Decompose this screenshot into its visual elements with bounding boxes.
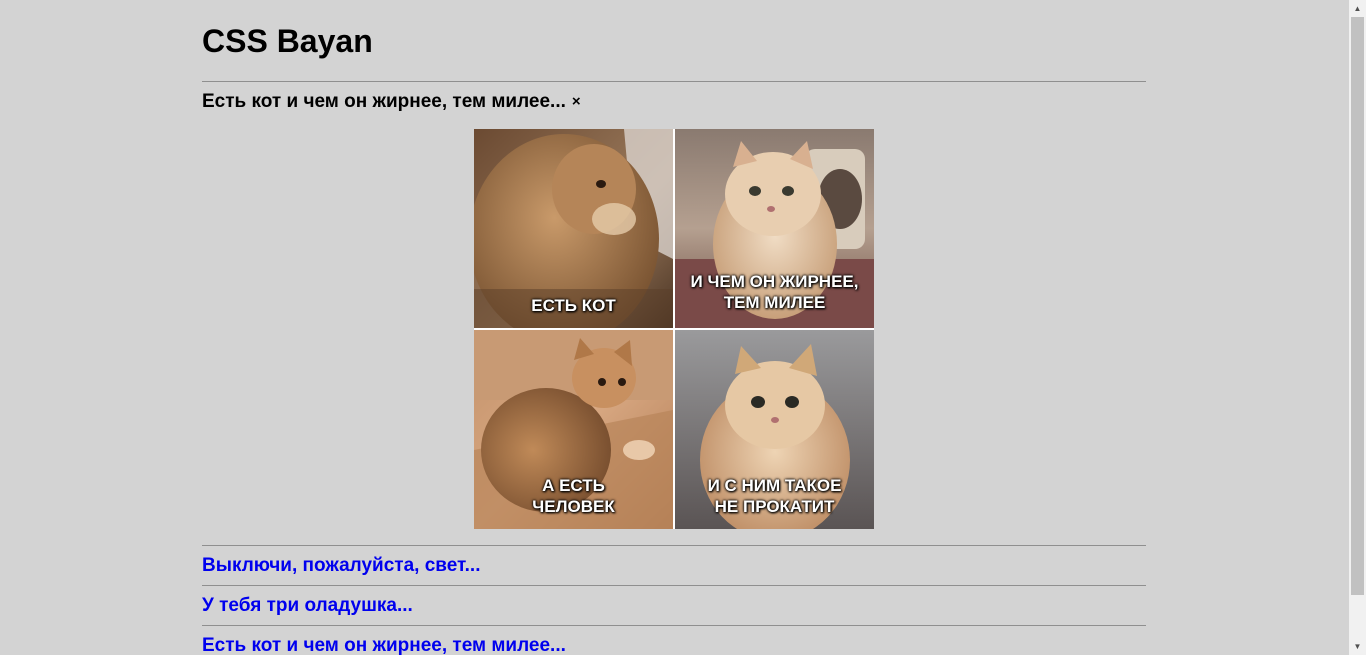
close-icon[interactable]: × [572, 91, 581, 113]
open-post-title-text: Есть кот и чем он жирнее, тем милее... [202, 91, 566, 112]
page: CSS Bayan Есть кот и чем он жирнее, тем … [0, 0, 1349, 655]
meme-image: ЕСТЬ КОТ И ЧЕМ ОН ЖИРНЕЕ, ТЕМ МИЛЕЕ А ЕС… [474, 129, 874, 529]
divider [202, 625, 1146, 626]
meme-panel: И С НИМ ТАКОЕ НЕ ПРОКАТИТ [675, 330, 874, 529]
meme-caption: И ЧЕМ ОН ЖИРНЕЕ, ТЕМ МИЛЕЕ [690, 272, 859, 312]
post-link[interactable]: У тебя три оладушка... [202, 595, 413, 617]
meme-caption: И С НИМ ТАКОЕ НЕ ПРОКАТИТ [707, 476, 842, 516]
divider [202, 545, 1146, 546]
meme-panel: И ЧЕМ ОН ЖИРНЕЕ, ТЕМ МИЛЕЕ [675, 129, 874, 328]
meme-panel: ЕСТЬ КОТ [474, 129, 673, 328]
scroll-up-arrow-icon[interactable]: ▲ [1349, 0, 1366, 17]
scrollbar-thumb[interactable] [1351, 17, 1364, 595]
meme-caption: ЕСТЬ КОТ [531, 296, 616, 315]
divider [202, 81, 1146, 82]
open-post-title: Есть кот и чем он жирнее, тем милее... × [202, 91, 581, 113]
scroll-down-arrow-icon[interactable]: ▼ [1349, 638, 1366, 655]
divider [202, 585, 1146, 586]
meme-caption: А ЕСТЬ ЧЕЛОВЕК [532, 476, 615, 516]
site-title: CSS Bayan [202, 23, 373, 59]
post-link[interactable]: Есть кот и чем он жирнее, тем милее... [202, 635, 566, 655]
post-link[interactable]: Выключи, пожалуйста, свет... [202, 555, 480, 577]
vertical-scrollbar[interactable]: ▲ ▼ [1349, 0, 1366, 655]
meme-panel: А ЕСТЬ ЧЕЛОВЕК [474, 330, 673, 529]
